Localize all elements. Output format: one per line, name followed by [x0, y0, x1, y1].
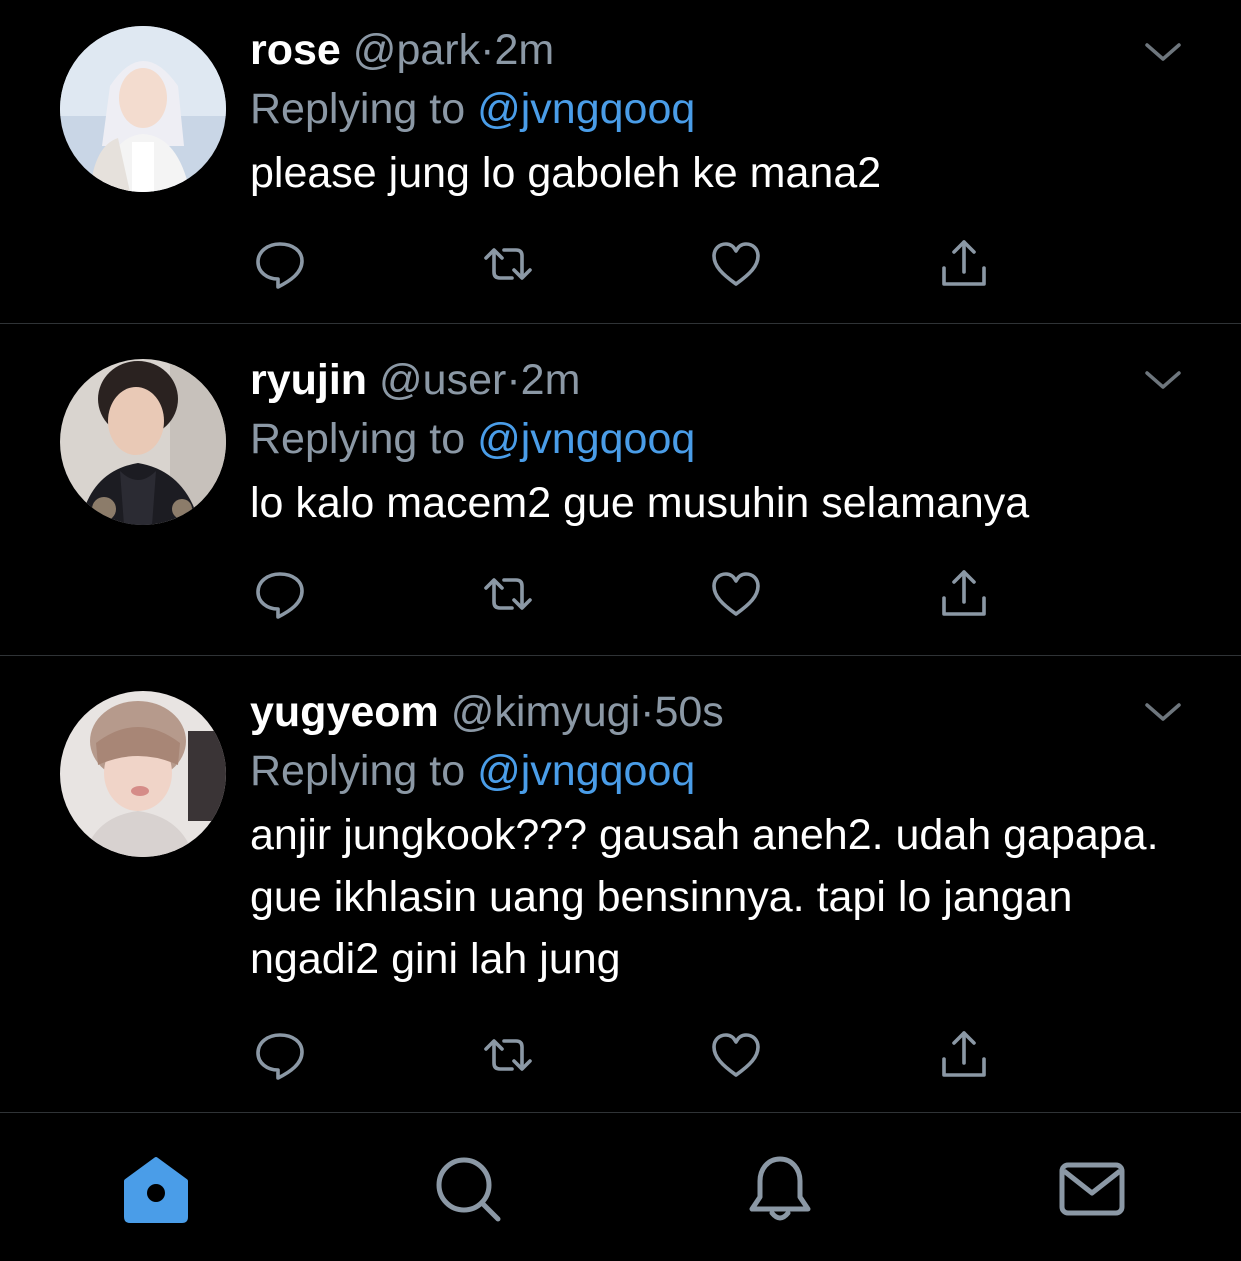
search-icon[interactable] — [430, 1151, 506, 1227]
avatar-image — [60, 359, 226, 525]
user-handle[interactable]: @user — [379, 356, 506, 404]
mention-link[interactable]: @jvngqooq — [477, 747, 695, 795]
display-name[interactable]: ryujin — [250, 356, 367, 404]
avatar-image — [60, 26, 226, 192]
user-handle[interactable]: @park — [353, 26, 480, 74]
timestamp[interactable]: 2m — [521, 356, 581, 404]
separator-dot: · — [480, 26, 495, 74]
notifications-icon[interactable] — [742, 1151, 818, 1227]
share-icon[interactable] — [936, 1027, 992, 1083]
like-icon[interactable] — [708, 566, 764, 622]
home-icon[interactable] — [118, 1151, 194, 1227]
reply-icon[interactable] — [252, 566, 308, 622]
replying-to-line: Replying to @jvngqooq — [250, 740, 1181, 802]
timeline-feed: rose @park·2m Replying to @jvngqooq plea… — [0, 0, 1241, 1113]
replying-to-line: Replying to @jvngqooq — [250, 408, 1181, 470]
retweet-icon[interactable] — [480, 1027, 536, 1083]
tweet-actions — [250, 236, 1010, 296]
timestamp[interactable]: 2m — [494, 26, 554, 74]
chevron-down-icon[interactable] — [1141, 696, 1185, 726]
display-name[interactable]: rose — [250, 26, 341, 74]
like-icon[interactable] — [708, 236, 764, 292]
tweet[interactable]: rose @park·2m Replying to @jvngqooq plea… — [0, 0, 1241, 324]
like-icon[interactable] — [708, 1027, 764, 1083]
replying-label: Replying to — [250, 85, 466, 133]
tweet-header: ryujin @user·2m — [250, 352, 1181, 408]
tweet-header: rose @park·2m — [250, 22, 1181, 78]
replying-label: Replying to — [250, 415, 466, 463]
tweet-text: lo kalo macem2 gue musuhin selamanya — [250, 479, 1030, 527]
avatar[interactable] — [60, 691, 226, 857]
tweet[interactable]: ryujin @user·2m Replying to @jvngqooq lo… — [0, 324, 1241, 656]
tweet-content: ryujin @user·2m Replying to @jvngqooq lo… — [250, 352, 1181, 534]
user-handle[interactable]: @kimyugi — [451, 688, 640, 736]
tweet-header: yugyeom @kimyugi·50s — [250, 684, 1181, 740]
avatar[interactable] — [60, 359, 226, 525]
replying-to-line: Replying to @jvngqooq — [250, 78, 1181, 140]
tweet-content: yugyeom @kimyugi·50s Replying to @jvngqo… — [250, 684, 1181, 990]
tweet-text: anjir jungkook??? gausah aneh2. udah gap… — [250, 811, 1159, 983]
tweet-actions — [250, 1027, 1010, 1087]
tweet-content: rose @park·2m Replying to @jvngqooq plea… — [250, 22, 1181, 204]
retweet-icon[interactable] — [480, 566, 536, 622]
bottom-tab-bar — [0, 1113, 1241, 1261]
share-icon[interactable] — [936, 566, 992, 622]
replying-label: Replying to — [250, 747, 466, 795]
chevron-down-icon[interactable] — [1141, 36, 1185, 66]
timestamp[interactable]: 50s — [654, 688, 723, 736]
mention-link[interactable]: @jvngqooq — [477, 415, 695, 463]
avatar-image — [60, 691, 226, 857]
separator-dot: · — [506, 356, 521, 404]
reply-icon[interactable] — [252, 236, 308, 292]
reply-icon[interactable] — [252, 1027, 308, 1083]
mention-link[interactable]: @jvngqooq — [477, 85, 695, 133]
display-name[interactable]: yugyeom — [250, 688, 439, 736]
avatar[interactable] — [60, 26, 226, 192]
separator-dot: · — [640, 688, 655, 736]
retweet-icon[interactable] — [480, 236, 536, 292]
tweet-text: please jung lo gaboleh ke mana2 — [250, 149, 882, 197]
chevron-down-icon[interactable] — [1141, 364, 1185, 394]
messages-icon[interactable] — [1054, 1151, 1130, 1227]
tweet-actions — [250, 566, 1010, 626]
tweet[interactable]: yugyeom @kimyugi·50s Replying to @jvngqo… — [0, 656, 1241, 1113]
share-icon[interactable] — [936, 236, 992, 292]
